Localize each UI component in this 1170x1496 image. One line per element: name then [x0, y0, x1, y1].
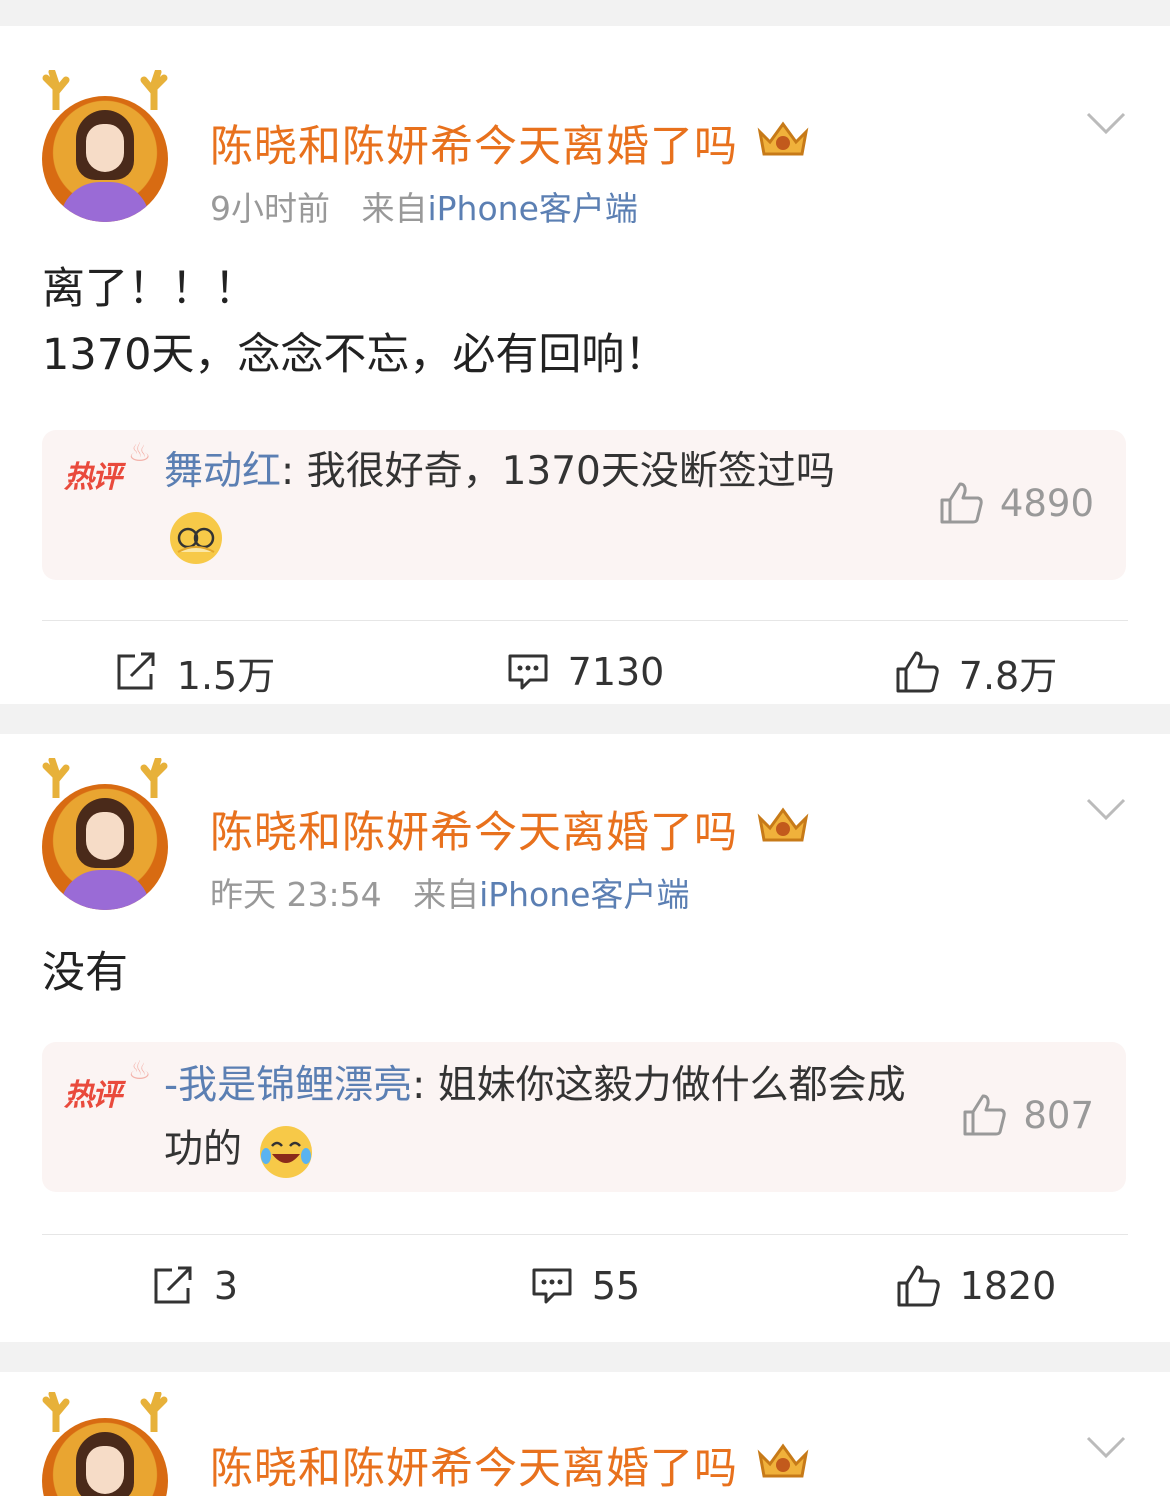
antler-left-icon — [42, 1392, 70, 1432]
hot-comment-text: 舞动红: 我很好奇，1370天没断签过吗 — [164, 440, 884, 568]
laughing-tears-emoji-icon — [260, 1125, 313, 1178]
repost-count: 3 — [213, 1264, 239, 1308]
post-card[interactable]: 陈晓和陈妍希今天离婚了吗 — [0, 1372, 1170, 1496]
hot-comment[interactable]: 热评 ♨ 舞动红: 我很好奇，1370天没断签过吗 4890 — [42, 430, 1126, 580]
like-button[interactable]: 7.8万 — [780, 645, 1170, 700]
post-time: 昨天 23:54 — [210, 875, 382, 914]
thumbs-up-icon — [896, 651, 939, 693]
thumbs-up-icon — [940, 482, 983, 524]
repost-icon — [117, 652, 155, 690]
source-prefix: 来自 — [361, 189, 428, 228]
author-name[interactable]: 陈晓和陈妍希今天离婚了吗 — [210, 1434, 738, 1496]
chevron-down-icon[interactable] — [1086, 112, 1126, 136]
thumbs-up-icon — [897, 1265, 940, 1307]
antler-right-icon — [140, 70, 168, 110]
repost-button[interactable]: 1.5万 — [0, 645, 390, 700]
post-meta: 9小时前 来自iPhone客户端 — [210, 182, 638, 230]
avatar[interactable] — [42, 1392, 168, 1496]
source-link[interactable]: iPhone客户端 — [479, 875, 689, 914]
avatar-photo — [42, 784, 168, 910]
antler-right-icon — [140, 1392, 168, 1432]
comment-icon — [508, 654, 548, 690]
chevron-down-icon[interactable] — [1086, 798, 1126, 822]
crown-badge-icon — [757, 121, 809, 156]
repost-button[interactable]: 3 — [0, 1264, 390, 1308]
hot-comment-like[interactable]: 807 — [961, 1092, 1094, 1138]
divider — [42, 620, 1128, 621]
like-count: 7.8万 — [958, 653, 1058, 698]
hot-comment[interactable]: 热评 ♨ -我是锦鲤漂亮: 姐妹你这毅力做什么都会成功的 807 — [42, 1042, 1126, 1192]
hot-comment-user[interactable]: 舞动红 — [164, 449, 281, 494]
avatar-photo — [42, 96, 168, 222]
action-bar: 3 55 1820 — [0, 1236, 1170, 1336]
card-spacer — [0, 1342, 1170, 1372]
hot-comment-user[interactable]: -我是锦鲤漂亮 — [164, 1063, 412, 1108]
action-bar: 1.5万 7130 7.8万 — [0, 622, 1170, 722]
facepalm-emoji-icon — [170, 511, 222, 564]
hot-comment-badge: 热评 ♨ — [64, 1056, 151, 1113]
divider — [42, 1234, 1128, 1235]
source-prefix: 来自 — [413, 875, 480, 914]
hot-comment-like[interactable]: 4890 — [938, 480, 1094, 526]
hot-comment-like-count: 807 — [1023, 1093, 1094, 1137]
thumbs-up-icon — [963, 1094, 1007, 1136]
antler-left-icon — [42, 758, 70, 798]
hot-comment-badge: 热评 ♨ — [64, 438, 151, 495]
comment-button[interactable]: 55 — [390, 1264, 780, 1308]
crown-badge-icon — [757, 1443, 809, 1478]
author-name[interactable]: 陈晓和陈妍希今天离婚了吗 — [210, 798, 738, 860]
post-card[interactable]: 陈晓和陈妍希今天离婚了吗 9小时前 来自iPhone客户端 离了！！！ 1370… — [0, 26, 1170, 704]
comment-icon — [532, 1268, 572, 1304]
antler-right-icon — [140, 758, 168, 798]
comment-button[interactable]: 7130 — [390, 650, 780, 694]
post-time: 9小时前 — [210, 189, 330, 228]
crown-badge-icon — [757, 807, 809, 842]
avatar[interactable] — [42, 758, 168, 910]
comment-count: 7130 — [567, 650, 665, 694]
antler-left-icon — [42, 70, 70, 110]
top-spacer — [0, 0, 1170, 26]
like-button[interactable]: 1820 — [780, 1263, 1170, 1309]
post-card[interactable]: 陈晓和陈妍希今天离婚了吗 昨天 23:54 来自iPhone客户端 没有 热评 ♨… — [0, 734, 1170, 1342]
hot-comment-text: -我是锦鲤漂亮: 姐妹你这毅力做什么都会成功的 — [164, 1054, 934, 1182]
repost-icon — [154, 1266, 192, 1304]
post-content: 没有 — [42, 948, 128, 998]
comment-count: 55 — [591, 1264, 641, 1308]
author-name[interactable]: 陈晓和陈妍希今天离婚了吗 — [210, 112, 738, 174]
post-content: 离了！！！ 1370天，念念不忘，必有回响！ — [42, 264, 668, 380]
post-meta: 昨天 23:54 来自iPhone客户端 — [210, 868, 689, 916]
repost-count: 1.5万 — [176, 653, 276, 698]
like-count: 1820 — [959, 1264, 1057, 1308]
hot-comment-like-count: 4890 — [999, 481, 1094, 525]
source-link[interactable]: iPhone客户端 — [427, 189, 637, 228]
avatar[interactable] — [42, 70, 168, 222]
chevron-down-icon[interactable] — [1086, 1436, 1126, 1460]
